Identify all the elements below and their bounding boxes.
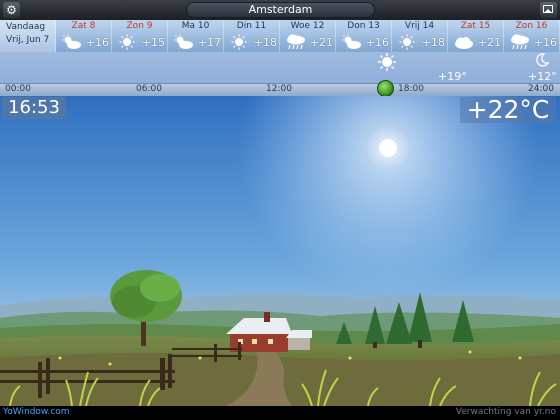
forecast-day-temperature: +18 [421, 36, 445, 49]
forecast-day-label: Zat 8 [71, 21, 96, 31]
forecast-day-temperature: +16 [533, 36, 557, 49]
gear-icon: ⚙ [6, 3, 17, 17]
sun-icon [228, 34, 250, 50]
sun-icon [396, 34, 418, 50]
forecast-day-label: Ma 10 [181, 21, 210, 31]
forecast-day-temperature: +17 [197, 36, 221, 49]
forecast-day-temperature: +16 [85, 36, 109, 49]
forecast-day[interactable]: Don 13 +16 [336, 20, 392, 52]
partly-cloudy-icon [60, 34, 82, 50]
forecast-strip: Vandaag Vrij, Jun 7 Zat 8 +16 Zon 9 +15 Ma 10… [0, 20, 560, 52]
forecast-day-label: Din 11 [236, 21, 267, 31]
brand-link[interactable]: YoWindow.com [3, 407, 70, 417]
forecast-day[interactable]: Ma 10 +17 [168, 20, 224, 52]
forecast-day-temperature: +15 [141, 36, 165, 49]
timeline-tick: 24:00 [528, 84, 554, 94]
partly-cloudy-icon [172, 34, 194, 50]
current-temperature[interactable]: +22°C [460, 97, 556, 123]
forecast-day[interactable]: Zat 15 +21 [448, 20, 504, 52]
forecast-day[interactable]: Zon 9 +15 [112, 20, 168, 52]
partly-cloudy-icon [340, 34, 362, 50]
forecast-day-label: Don 13 [347, 21, 380, 31]
forecast-day-label: Zon 9 [126, 21, 153, 31]
forecast-day[interactable]: Zat 8 +16 [56, 20, 112, 52]
forecast-day-temperature: +18 [253, 36, 277, 49]
forecast-day[interactable]: Zon 16 +16 [504, 20, 560, 52]
forecast-credit-link[interactable]: Verwachting van yr.no [456, 407, 556, 417]
picture-button[interactable] [540, 2, 557, 18]
moon-icon [536, 53, 550, 67]
rain-icon [508, 34, 530, 50]
forecast-day-label: Vrij 14 [404, 21, 435, 31]
weather-scene [0, 96, 560, 406]
night-temperature: +12° [528, 70, 557, 83]
forecast-day-label: Woe 12 [290, 21, 325, 31]
settings-button[interactable]: ⚙ [3, 2, 20, 18]
timeline-tick: 12:00 [266, 84, 292, 94]
time-slider-handle[interactable] [377, 80, 394, 97]
forecast-day-today[interactable]: Vandaag Vrij, Jun 7 [0, 20, 56, 52]
forecast-day-temperature: +21 [477, 36, 501, 49]
timeline-tick: 18:00 [398, 84, 424, 94]
sun-icon [378, 53, 396, 71]
today-label: Vandaag [6, 22, 46, 32]
cloud-icon [452, 34, 474, 50]
forecast-day[interactable]: Vrij 14 +18 [392, 20, 448, 52]
timeline-tick: 00:00 [5, 84, 31, 94]
forecast-day-temperature: +16 [365, 36, 389, 49]
forecast-day-label: Zon 16 [515, 21, 548, 31]
current-time: 16:53 [2, 97, 66, 119]
evening-temperature: +19° [438, 70, 467, 83]
forecast-day-label: Zat 15 [460, 21, 491, 31]
today-date: Vrij, Jun 7 [6, 35, 50, 45]
city-name-button[interactable]: Amsterdam [186, 2, 375, 18]
rain-icon [284, 34, 306, 50]
forecast-day[interactable]: Woe 12 +21 [280, 20, 336, 52]
sun-icon [116, 34, 138, 50]
timeline-tick: 06:00 [136, 84, 162, 94]
forecast-day[interactable]: Din 11 +18 [224, 20, 280, 52]
forecast-day-temperature: +21 [309, 36, 333, 49]
